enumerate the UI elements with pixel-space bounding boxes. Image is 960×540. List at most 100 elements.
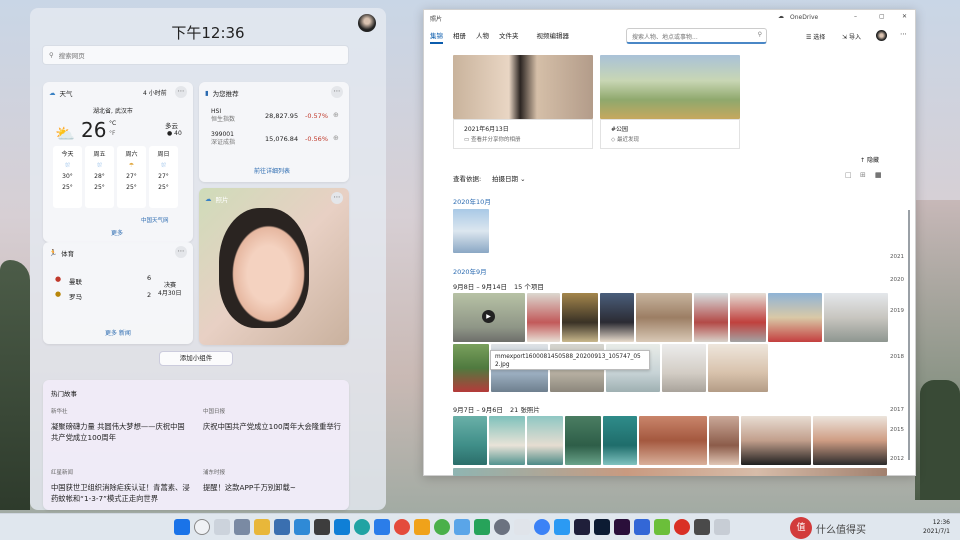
news-item[interactable]: 红星新闻 中国获世卫组织消除疟疾认证！青蒿素、浸药蚊帐和“1-3-7”模式正走向… <box>51 468 191 504</box>
timeline-year[interactable]: 2021 <box>890 254 904 260</box>
store-icon[interactable] <box>294 519 310 535</box>
photo-thumbnail[interactable] <box>824 293 888 342</box>
task-view-icon[interactable] <box>214 519 230 535</box>
after-effects-icon[interactable] <box>574 519 590 535</box>
hide-button[interactable]: ↑ 隐藏 <box>860 155 879 164</box>
maximize-icon[interactable]: ▢ <box>879 13 885 20</box>
forecast-day[interactable]: 周五 ⛆ 28° 25° <box>85 146 114 208</box>
album-thumbnail[interactable] <box>453 55 593 119</box>
onedrive-icon[interactable] <box>454 519 470 535</box>
netease-music-icon[interactable] <box>674 519 690 535</box>
chrome-icon[interactable] <box>394 519 410 535</box>
add-icon[interactable]: ⊕ <box>333 111 339 119</box>
photo-thumbnail[interactable] <box>453 209 489 253</box>
photo-thumbnail[interactable] <box>565 416 601 465</box>
start-icon[interactable] <box>174 519 190 535</box>
photoshop-icon[interactable] <box>594 519 610 535</box>
timeline-year[interactable]: 2017 <box>890 407 904 413</box>
add-icon[interactable]: ⊕ <box>333 134 339 142</box>
photo-thumbnail[interactable] <box>708 344 768 392</box>
onedrive-label[interactable]: OneDrive <box>790 14 818 21</box>
avatar[interactable] <box>358 14 376 32</box>
photo-thumbnail[interactable] <box>636 293 692 342</box>
bluetooth-icon[interactable] <box>534 519 550 535</box>
photo-thumbnail[interactable] <box>768 293 822 342</box>
app-icon[interactable] <box>514 519 530 535</box>
search-input[interactable]: ⚲ 搜索网页 <box>42 45 349 65</box>
photo-thumbnail[interactable] <box>600 293 634 342</box>
timeline-year[interactable]: 2018 <box>890 354 904 360</box>
app-icon[interactable] <box>654 519 670 535</box>
tab-video-editor[interactable]: 视频编辑器 <box>537 30 570 44</box>
view-small-icon[interactable]: □ <box>845 171 852 179</box>
app-icon[interactable] <box>694 519 710 535</box>
album-card[interactable]: #公园 ◇ 最近发现 <box>600 119 740 149</box>
photo-thumbnail[interactable] <box>453 416 487 465</box>
weather-widget[interactable]: ☁ 天气 4 小时前 ⋯ 湖北省, 武汉市 ⛅ 26 °C °F 多云 ● 40 … <box>43 82 193 242</box>
timeline-year[interactable]: 2020 <box>890 277 904 283</box>
photo-thumbnail[interactable] <box>527 293 560 342</box>
settings-gear-icon[interactable] <box>234 519 250 535</box>
photos-search-input[interactable]: 搜索人物、地点或事物... ⚲ <box>626 28 767 44</box>
view-large-icon[interactable]: ▦ <box>875 171 882 179</box>
view-medium-icon[interactable]: ⊞ <box>860 171 866 179</box>
photo-thumbnail[interactable] <box>662 344 706 392</box>
forecast-day[interactable]: 周日 ⛆ 27° 25° <box>149 146 178 208</box>
minimize-icon[interactable]: – <box>854 13 857 20</box>
tab-folders[interactable]: 文件夹 <box>499 30 519 44</box>
photo-thumbnail[interactable] <box>709 416 739 465</box>
photos-widget[interactable]: ☁ 照片 ⋯ <box>199 188 349 345</box>
photo-thumbnail[interactable] <box>453 344 489 392</box>
select-button[interactable]: ☰ 选择 <box>806 32 825 41</box>
weather-more-link[interactable]: 更多 <box>111 228 123 237</box>
stock-row[interactable]: 399001 深证成指 <box>211 131 235 147</box>
forecast-day[interactable]: 周六 ☂ 27° 25° <box>117 146 146 208</box>
timeline-year[interactable]: 2015 <box>890 427 904 433</box>
photo-thumbnail[interactable] <box>730 293 766 342</box>
dropbox-icon[interactable] <box>334 519 350 535</box>
more-options-icon[interactable]: ⋯ <box>175 246 187 258</box>
news-item[interactable]: 浦东时报 提醒！这款APP千万别卸载~ <box>203 468 343 493</box>
news-item[interactable]: 中国日报 庆祝中国共产党成立100周年大会隆重举行 <box>203 407 343 432</box>
photo-row-partial[interactable] <box>453 468 887 476</box>
app-icon[interactable] <box>494 519 510 535</box>
app-icon[interactable] <box>474 519 490 535</box>
add-widget-button[interactable]: 添加小组件 <box>159 351 233 366</box>
avatar[interactable] <box>876 30 887 41</box>
photo-thumbnail[interactable] <box>694 293 728 342</box>
more-options-icon[interactable]: ⋯ <box>175 86 187 98</box>
more-icon[interactable]: ⋯ <box>900 30 907 38</box>
app-icon[interactable] <box>554 519 570 535</box>
album-card[interactable]: 2021年6月13日 ▭ 查看并分享你的相册 <box>453 119 593 149</box>
timeline-year[interactable]: 2012 <box>890 456 904 462</box>
stock-row[interactable]: HSI 恒生指数 <box>211 108 235 124</box>
tab-people[interactable]: 人物 <box>476 30 489 44</box>
month-heading[interactable]: 2020年9月 <box>453 266 487 276</box>
sort-dropdown[interactable]: 拍摄日期 ⌄ <box>492 173 526 183</box>
app-icon[interactable] <box>714 519 730 535</box>
photos-icon[interactable] <box>274 519 290 535</box>
photo-thumbnail[interactable] <box>639 416 707 465</box>
more-options-icon[interactable]: ⋯ <box>331 192 343 204</box>
file-explorer-icon[interactable] <box>254 519 270 535</box>
photo-thumbnail[interactable] <box>527 416 563 465</box>
forecast-day[interactable]: 今天 ⛆ 30° 25° <box>53 146 82 208</box>
stocks-widget[interactable]: ▮ 为您推荐 ⋯ HSI 恒生指数 28,827.95 -0.57% ⊕ 3990… <box>199 82 349 182</box>
unit-fahrenheit[interactable]: °F <box>109 130 115 137</box>
app-icon[interactable] <box>314 519 330 535</box>
app-icon[interactable] <box>374 519 390 535</box>
month-heading[interactable]: 2020年10月 <box>453 196 491 206</box>
close-icon[interactable]: ✕ <box>902 13 907 20</box>
edge-icon[interactable] <box>354 519 370 535</box>
timeline-year[interactable]: 2019 <box>890 308 904 314</box>
app-icon[interactable] <box>414 519 430 535</box>
album-thumbnail[interactable] <box>600 55 740 119</box>
search-icon[interactable] <box>194 519 210 535</box>
photo-thumbnail[interactable] <box>603 416 637 465</box>
tab-albums[interactable]: 相册 <box>453 30 466 44</box>
system-clock[interactable]: 12:36 2021/7/1 <box>923 518 950 536</box>
photo-thumbnail[interactable] <box>562 293 598 342</box>
premiere-icon[interactable] <box>614 519 630 535</box>
news-item[interactable]: 新华社 凝聚磅礴力量 共圆伟大梦想——庆祝中国共产党成立100周年 <box>51 407 191 443</box>
timeline-scrollbar[interactable] <box>908 210 910 460</box>
